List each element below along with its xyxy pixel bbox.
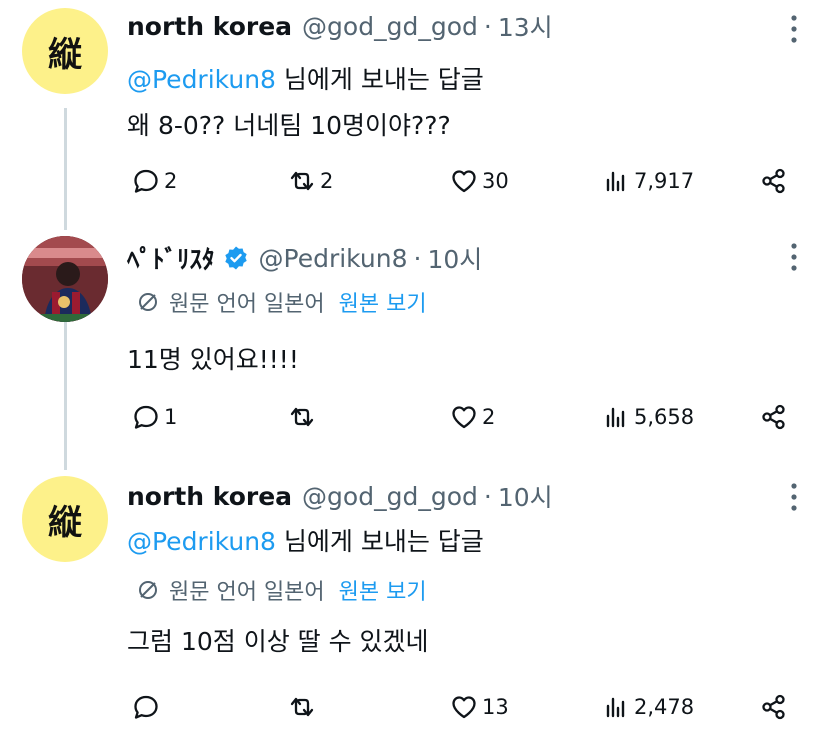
like-count: 13 bbox=[482, 695, 509, 719]
show-original-link[interactable]: 원본 보기 bbox=[339, 286, 427, 318]
translate-icon bbox=[139, 581, 157, 599]
views-button[interactable]: 7,917 bbox=[602, 164, 694, 198]
like-count: 30 bbox=[482, 169, 509, 193]
repost-button[interactable]: 2 bbox=[288, 164, 333, 198]
separator-dot: · bbox=[483, 481, 492, 511]
show-original-link[interactable]: 원본 보기 bbox=[339, 574, 427, 606]
translate-icon bbox=[139, 293, 157, 311]
mention-link[interactable]: @Pedrikun8 bbox=[127, 527, 276, 556]
reply-icon bbox=[134, 169, 158, 193]
original-language-label: 원문 언어 일본어 bbox=[169, 580, 325, 605]
more-options-icon[interactable] bbox=[786, 14, 802, 44]
views-icon bbox=[606, 697, 625, 718]
tweet-header: ﾍﾟﾄﾞﾘｽﾀ @Pedrikun8 · 10시 bbox=[127, 240, 482, 276]
user-handle[interactable]: @god_gd_god bbox=[302, 482, 478, 511]
display-name[interactable]: north korea bbox=[127, 482, 292, 511]
heart-icon bbox=[452, 406, 476, 429]
tweet-text: 그럼 10점 이상 딸 수 있겠네 bbox=[127, 627, 429, 656]
heart-icon bbox=[452, 170, 476, 193]
translation-notice: 원문 언어 일본어 원본 보기 bbox=[137, 286, 427, 318]
views-icon bbox=[606, 407, 625, 428]
repost-icon bbox=[290, 697, 314, 717]
reply-icon bbox=[134, 695, 158, 719]
repost-icon bbox=[290, 171, 314, 191]
more-options-icon[interactable] bbox=[786, 482, 802, 512]
like-button[interactable]: 13 bbox=[450, 690, 509, 724]
avatar[interactable] bbox=[22, 236, 108, 322]
reply-button[interactable]: 2 bbox=[132, 164, 177, 198]
reply-context: @Pedrikun8 님에게 보내는 답글 bbox=[127, 60, 484, 96]
repost-count: 2 bbox=[320, 169, 334, 193]
verified-badge-icon bbox=[224, 246, 247, 270]
tweet[interactable]: 縦 north korea @god_gd_god · 13시 @Pedriku… bbox=[0, 0, 835, 225]
tweet-text: 왜 8-0?? 너네팀 10명이야??? bbox=[127, 111, 451, 140]
timestamp[interactable]: 13시 bbox=[498, 8, 553, 44]
repost-icon bbox=[290, 407, 314, 427]
heart-icon bbox=[452, 696, 476, 719]
repost-button[interactable] bbox=[288, 400, 320, 434]
avatar-glyph: 縦 bbox=[48, 34, 82, 75]
views-count: 7,917 bbox=[634, 169, 695, 193]
reply-button[interactable] bbox=[132, 690, 164, 724]
reply-button[interactable]: 1 bbox=[132, 400, 177, 434]
like-button[interactable]: 2 bbox=[450, 400, 495, 434]
tweet-header: north korea @god_gd_god · 13시 bbox=[127, 8, 553, 44]
share-button[interactable] bbox=[760, 400, 788, 434]
views-count: 2,478 bbox=[634, 695, 695, 719]
reply-icon bbox=[134, 405, 158, 429]
more-options-icon[interactable] bbox=[786, 242, 802, 272]
separator-dot: · bbox=[483, 11, 492, 41]
avatar[interactable]: 縦 bbox=[22, 476, 108, 562]
profile-photo bbox=[22, 236, 108, 322]
like-button[interactable]: 30 bbox=[450, 164, 509, 198]
repost-button[interactable] bbox=[288, 690, 320, 724]
share-icon bbox=[762, 694, 785, 720]
tweet[interactable]: ﾍﾟﾄﾞﾘｽﾀ @Pedrikun8 · 10시 원문 언어 일본어 원본 보기… bbox=[0, 230, 835, 470]
translation-notice: 원문 언어 일본어 원본 보기 bbox=[137, 574, 427, 606]
share-button[interactable] bbox=[760, 164, 788, 198]
views-button[interactable]: 5,658 bbox=[602, 400, 694, 434]
user-handle[interactable]: @god_gd_god bbox=[302, 12, 478, 41]
share-icon bbox=[762, 404, 785, 430]
timestamp[interactable]: 10시 bbox=[427, 240, 482, 276]
share-icon bbox=[762, 168, 785, 194]
original-language-label: 원문 언어 일본어 bbox=[169, 292, 325, 317]
tweet-header: north korea @god_gd_god · 10시 bbox=[127, 478, 553, 514]
reply-context-suffix: 님에게 보내는 답글 bbox=[275, 65, 484, 94]
tweet[interactable]: 縦 north korea @god_gd_god · 10시 @Pedriku… bbox=[0, 470, 835, 731]
tweet-text: 11명 있어요!!!! bbox=[127, 345, 299, 374]
share-button[interactable] bbox=[760, 690, 788, 724]
reply-count: 2 bbox=[164, 169, 178, 193]
views-button[interactable]: 2,478 bbox=[602, 690, 694, 724]
views-count: 5,658 bbox=[634, 405, 695, 429]
separator-dot: · bbox=[413, 243, 422, 273]
display-name[interactable]: ﾍﾟﾄﾞﾘｽﾀ bbox=[127, 240, 215, 276]
views-icon bbox=[606, 171, 625, 192]
display-name[interactable]: north korea bbox=[127, 12, 292, 41]
like-count: 2 bbox=[482, 405, 496, 429]
reply-count: 1 bbox=[164, 405, 178, 429]
reply-context: @Pedrikun8 님에게 보내는 답글 bbox=[127, 522, 484, 558]
reply-context-suffix: 님에게 보내는 답글 bbox=[275, 527, 484, 556]
mention-link[interactable]: @Pedrikun8 bbox=[127, 65, 276, 94]
avatar[interactable]: 縦 bbox=[22, 8, 108, 94]
avatar-glyph: 縦 bbox=[48, 502, 82, 543]
user-handle[interactable]: @Pedrikun8 bbox=[259, 244, 408, 273]
timestamp[interactable]: 10시 bbox=[498, 478, 553, 514]
